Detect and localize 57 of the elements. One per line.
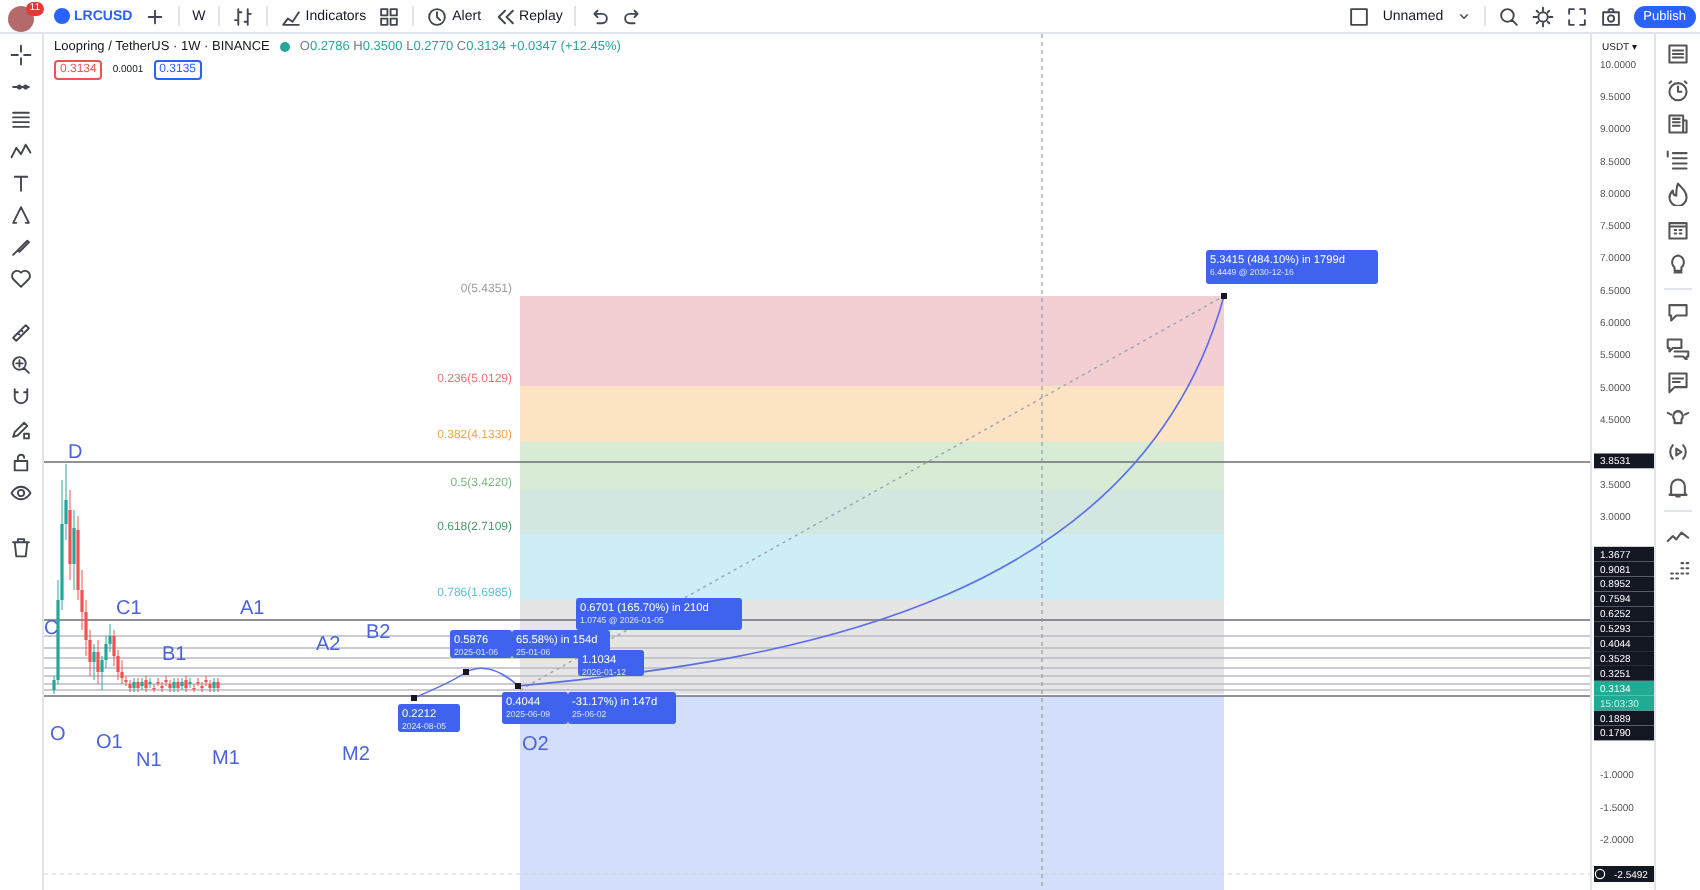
- chat-icon[interactable]: [1666, 300, 1690, 324]
- wave-label: A2: [316, 634, 341, 656]
- brush-icon[interactable]: [10, 236, 32, 258]
- trash-icon[interactable]: [10, 536, 32, 558]
- pencil-lock-icon[interactable]: [10, 418, 32, 440]
- wave-label: B2: [366, 622, 391, 644]
- wave-label: O1: [96, 732, 123, 754]
- ruler-icon[interactable]: [10, 322, 32, 344]
- flame-icon[interactable]: [1666, 182, 1690, 206]
- add-icon[interactable]: [144, 5, 167, 27]
- timer-icon[interactable]: [1594, 868, 1606, 880]
- news-icon[interactable]: [1666, 112, 1690, 136]
- alarm-clock-icon[interactable]: [1666, 77, 1690, 101]
- lock-icon[interactable]: [10, 450, 32, 472]
- layout-grid-icon[interactable]: [378, 5, 401, 27]
- indicators-icon: [279, 5, 302, 27]
- caret-icon[interactable]: [1455, 8, 1472, 24]
- crosshair-icon[interactable]: [10, 44, 32, 66]
- eye-icon[interactable]: [10, 482, 32, 504]
- bell-icon[interactable]: [1666, 475, 1690, 499]
- alert-icon: [426, 5, 449, 27]
- search-icon[interactable]: [1497, 5, 1520, 27]
- user-avatar[interactable]: [8, 5, 34, 31]
- magnet-icon[interactable]: [10, 386, 32, 408]
- wave-label: B1: [162, 644, 187, 666]
- layout-icon[interactable]: [1348, 5, 1371, 27]
- undo-icon[interactable]: [588, 5, 611, 27]
- wave-label: O: [50, 724, 66, 746]
- bar-style-icon[interactable]: [231, 5, 254, 27]
- fib-tool-icon[interactable]: [10, 108, 32, 130]
- pattern-icon[interactable]: [10, 140, 32, 162]
- calendar-icon[interactable]: [1666, 217, 1690, 241]
- list-icon[interactable]: [1666, 147, 1690, 171]
- wave-label: D: [68, 442, 83, 464]
- redo-icon[interactable]: [622, 5, 645, 27]
- dots-icon[interactable]: [1666, 558, 1690, 582]
- wave-label: M1: [212, 748, 240, 770]
- bulb-icon[interactable]: [1666, 252, 1690, 276]
- camera-icon[interactable]: [1599, 5, 1622, 27]
- wave-label: O2: [522, 734, 549, 756]
- wave-label: A1: [240, 598, 265, 620]
- heart-icon[interactable]: [10, 268, 32, 290]
- chats-icon[interactable]: [1666, 335, 1690, 359]
- settings-icon[interactable]: [1531, 5, 1554, 27]
- replay-icon: [493, 5, 516, 27]
- market-status-dot: [279, 42, 290, 52]
- fullscreen-icon[interactable]: [1565, 5, 1588, 27]
- watchlist-icon[interactable]: [1666, 42, 1690, 66]
- text-tool-icon[interactable]: [10, 172, 32, 194]
- wave-label: M2: [342, 744, 370, 766]
- nodes-icon[interactable]: [10, 204, 32, 226]
- idea-icon[interactable]: [1666, 405, 1690, 429]
- wave-label: N1: [136, 750, 162, 772]
- zoom-icon[interactable]: [10, 354, 32, 376]
- wave-label: C1: [116, 598, 142, 620]
- comment-icon[interactable]: [1666, 370, 1690, 394]
- stream-icon[interactable]: [1666, 440, 1690, 464]
